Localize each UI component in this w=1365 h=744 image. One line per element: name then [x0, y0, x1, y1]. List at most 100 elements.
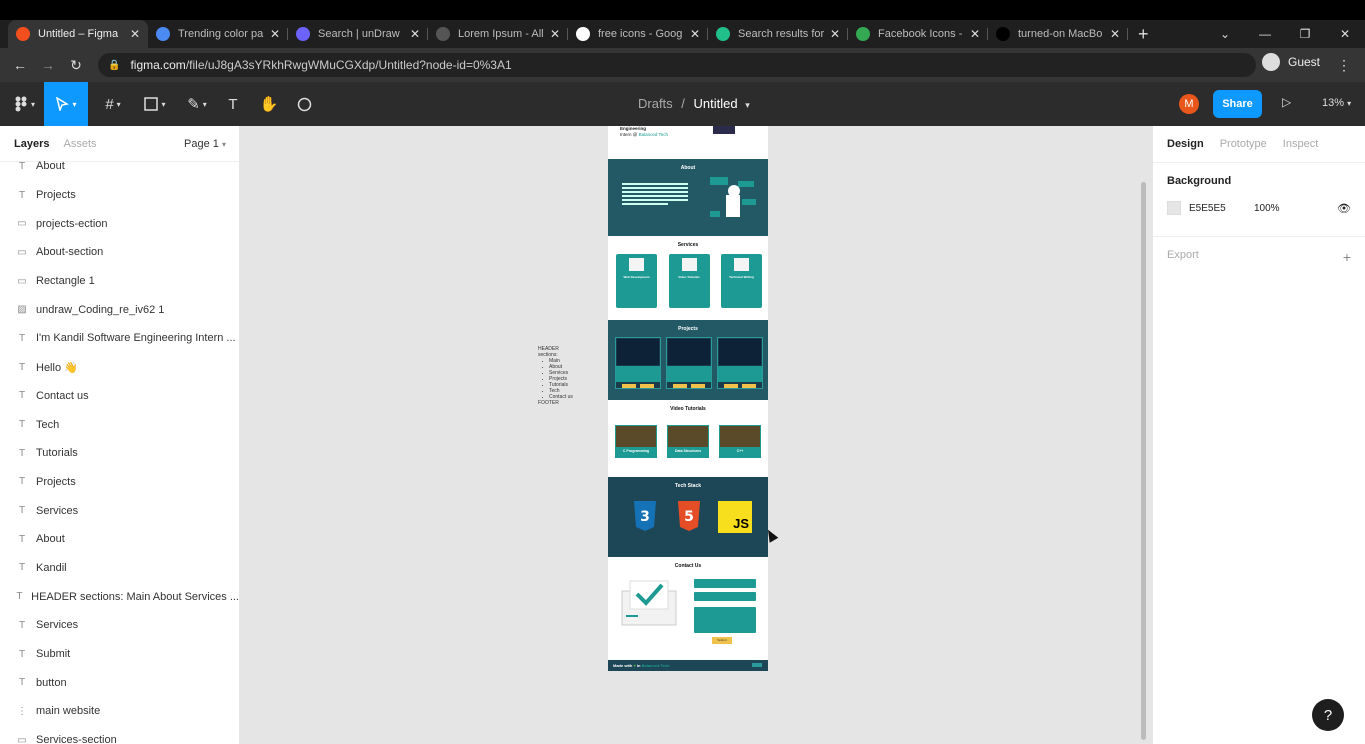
layer-item[interactable]: T Projects [0, 181, 239, 210]
url-input[interactable]: 🔒 figma.com/file/uJ8gA3sYRkhRwgWMuCGXdp/… [98, 53, 1256, 77]
main-website-frame[interactable]: Engineering Intern @ Balanced Tech About… [608, 126, 768, 671]
project-button[interactable] [742, 384, 756, 388]
note-footer: FOOTER [538, 400, 559, 406]
present-play-icon[interactable]: ▷ [1282, 95, 1291, 109]
layer-item[interactable]: T About [0, 525, 239, 554]
tab-design[interactable]: Design [1167, 138, 1204, 150]
rectangle-tool-icon[interactable]: ▾ [138, 82, 172, 126]
browser-tab[interactable]: Untitled – Figma ✕ [8, 20, 148, 48]
url-path: /file/uJ8gA3sYRkhRwgWMuCGXdp/Untitled?no… [185, 58, 512, 72]
project-card[interactable] [717, 337, 763, 389]
close-tab-icon[interactable]: ✕ [970, 27, 980, 41]
layer-item[interactable]: T Kandil [0, 554, 239, 583]
tab-assets[interactable]: Assets [63, 138, 96, 150]
file-name[interactable]: Untitled [694, 96, 738, 111]
layer-item[interactable]: ▭ Services-section [0, 726, 239, 744]
canvas[interactable]: HEADER sections: MainAboutServicesProjec… [240, 126, 1152, 744]
close-window-icon[interactable]: ✕ [1325, 27, 1365, 41]
layer-item[interactable]: ▭ Rectangle 1 [0, 267, 239, 296]
frame-tool-icon[interactable]: # ▾ [96, 82, 130, 126]
browser-tab[interactable]: Search | unDraw ✕ [288, 20, 428, 48]
figma-main-menu-icon[interactable]: ▾ [8, 82, 40, 126]
browser-tab[interactable]: Search results for ✕ [708, 20, 848, 48]
hand-tool-icon[interactable]: ✋ [256, 82, 282, 126]
layer-item[interactable]: T HEADER sections: Main About Services ..… [0, 582, 240, 611]
color-swatch[interactable] [1167, 201, 1181, 215]
email-field[interactable] [694, 592, 756, 601]
share-button[interactable]: Share [1213, 90, 1262, 118]
layer-item[interactable]: T Projects [0, 468, 239, 497]
text-tool-icon[interactable]: T [222, 82, 244, 126]
project-button[interactable] [673, 384, 687, 388]
layer-item[interactable]: T Services [0, 496, 239, 525]
name-field[interactable] [694, 579, 756, 588]
project-button[interactable] [724, 384, 738, 388]
project-card[interactable] [615, 337, 661, 389]
browser-tab[interactable]: Facebook Icons - ✕ [848, 20, 988, 48]
close-tab-icon[interactable]: ✕ [130, 27, 140, 41]
close-tab-icon[interactable]: ✕ [410, 27, 420, 41]
layer-item[interactable]: T I'm Kandil Software Engineering Intern … [0, 324, 239, 353]
profile-button[interactable]: Guest [1262, 53, 1320, 71]
close-tab-icon[interactable]: ✕ [690, 27, 700, 41]
avatar[interactable]: M [1179, 94, 1199, 114]
layer-item[interactable]: ⋮ main website [0, 697, 239, 726]
tab-prototype[interactable]: Prototype [1220, 138, 1267, 150]
eye-icon[interactable]: 👁 [1337, 202, 1351, 215]
browser-tab[interactable]: Lorem Ipsum - All ✕ [428, 20, 568, 48]
header-note[interactable]: HEADER sections: MainAboutServicesProjec… [538, 346, 573, 406]
layer-item[interactable]: ▨ undraw_Coding_re_iv62 1 [0, 295, 239, 324]
help-icon[interactable]: ? [1312, 699, 1344, 731]
close-tab-icon[interactable]: ✕ [830, 27, 840, 41]
move-tool-icon[interactable]: ▾ [44, 82, 88, 126]
back-icon[interactable]: ← [6, 57, 34, 73]
chevron-down-icon[interactable]: ▾ [745, 100, 750, 110]
layer-item[interactable]: T About [0, 152, 239, 181]
minimize-icon[interactable]: — [1245, 27, 1285, 41]
add-export-icon[interactable]: + [1343, 249, 1351, 268]
submit-button[interactable]: Submit [712, 637, 732, 644]
page-selector[interactable]: Page 1 ▾ [184, 138, 226, 150]
layer-item[interactable]: ▭ projects-ection [0, 209, 239, 238]
browser-tab[interactable]: free icons - Goog ✕ [568, 20, 708, 48]
intro-line1: Engineering [620, 126, 647, 131]
background-opacity[interactable]: 100% [1254, 203, 1280, 214]
tab-search-icon[interactable]: ⌄ [1205, 27, 1245, 41]
restore-icon[interactable]: ❐ [1285, 27, 1325, 41]
layer-item[interactable]: T Tutorials [0, 439, 239, 468]
forward-icon[interactable]: → [34, 57, 62, 73]
video-card[interactable]: Data Structures [667, 425, 709, 458]
project-button[interactable] [622, 384, 636, 388]
layer-item[interactable]: T Tech [0, 410, 239, 439]
close-tab-icon[interactable]: ✕ [550, 27, 560, 41]
tab-inspect[interactable]: Inspect [1283, 138, 1318, 150]
browser-menu-icon[interactable]: ⋮ [1337, 57, 1351, 74]
tab-layers[interactable]: Layers [14, 138, 49, 150]
layer-name: main website [36, 705, 101, 718]
close-tab-icon[interactable]: ✕ [1110, 27, 1120, 41]
video-card[interactable]: C++ [719, 425, 761, 458]
crumb-drafts[interactable]: Drafts [638, 96, 673, 111]
layer-item[interactable]: T Submit [0, 640, 239, 669]
layer-item[interactable]: ▭ About-section [0, 238, 239, 267]
layer-item[interactable]: T Hello 👋 [0, 353, 239, 382]
message-field[interactable] [694, 607, 756, 633]
browser-tab[interactable]: Trending color pa ✕ [148, 20, 288, 48]
pen-tool-icon[interactable]: ✎ ▾ [180, 82, 214, 126]
project-card[interactable] [666, 337, 712, 389]
layer-item[interactable]: T Services [0, 611, 239, 640]
comment-tool-icon[interactable] [292, 82, 316, 126]
project-button[interactable] [691, 384, 705, 388]
reload-icon[interactable]: ↻ [62, 57, 90, 74]
video-card[interactable]: C Programming [615, 425, 657, 458]
close-tab-icon[interactable]: ✕ [270, 27, 280, 41]
layer-item[interactable]: Tbutton [0, 668, 239, 697]
zoom-level[interactable]: 13% ▾ [1322, 97, 1351, 109]
layer-item[interactable]: T Contact us [0, 382, 239, 411]
new-tab-icon[interactable]: + [1128, 20, 1159, 48]
background-hex[interactable]: E5E5E5 [1189, 203, 1254, 214]
tab-title: Trending color pa [178, 28, 264, 40]
project-button[interactable] [640, 384, 654, 388]
canvas-scrollbar[interactable] [1141, 182, 1146, 740]
browser-tab[interactable]: turned-on MacBo ✕ [988, 20, 1128, 48]
